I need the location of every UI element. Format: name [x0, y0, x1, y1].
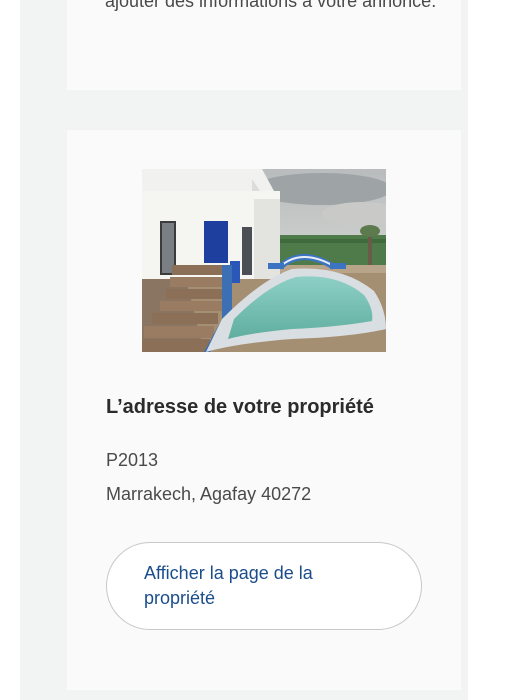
- intro-text: ajouter des informations à votre annonce…: [105, 0, 437, 11]
- property-photo: [142, 169, 386, 352]
- address-heading: L’adresse de votre propriété: [106, 396, 374, 418]
- property-location: Marrakech, Agafay 40272: [106, 484, 312, 504]
- property-card: L’adresse de votre propriété P2013 Marra…: [67, 130, 461, 690]
- view-property-button[interactable]: Afficher la page de la propriété: [106, 542, 422, 630]
- view-property-button-label: Afficher la page de la propriété: [144, 563, 313, 608]
- intro-card: ajouter des informations à votre annonce…: [67, 0, 461, 90]
- content-column: ajouter des informations à votre annonce…: [20, 0, 468, 700]
- property-reference: P2013: [106, 450, 159, 470]
